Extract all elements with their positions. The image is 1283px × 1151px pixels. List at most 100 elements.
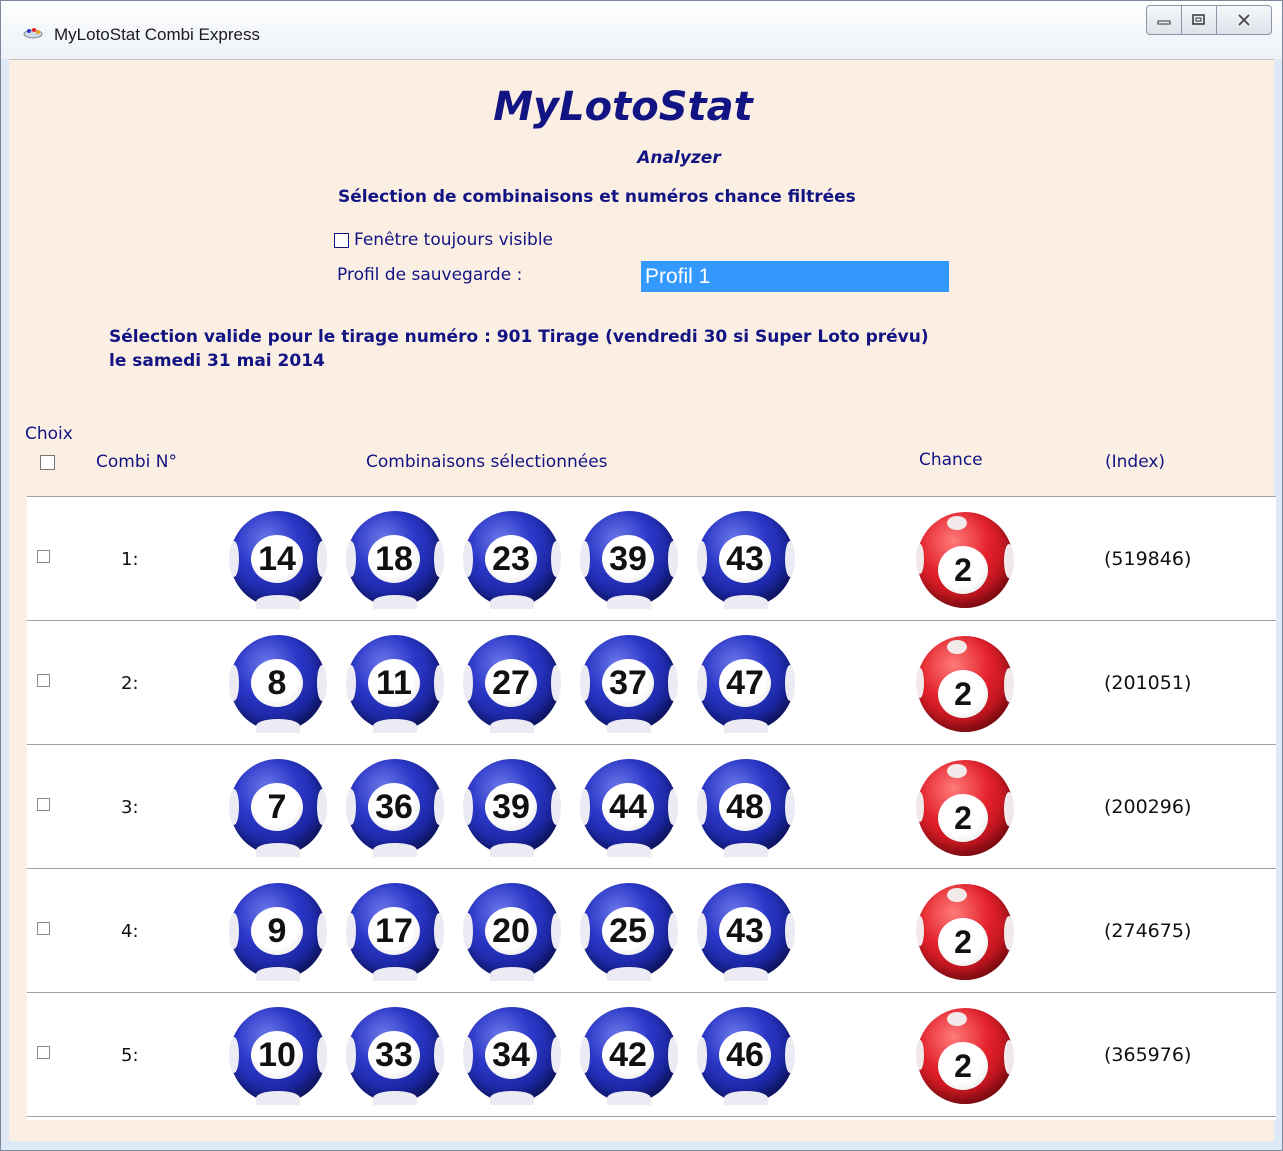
ball-marking [785, 1037, 795, 1073]
ball-marking [463, 541, 473, 577]
column-header-index: (Index) [1105, 452, 1166, 472]
select-all-checkbox[interactable] [40, 455, 55, 470]
table-row: 3: 7 36 39 44 48 2 (200296) [27, 744, 1276, 868]
ball-marking [463, 1037, 473, 1073]
close-button[interactable] [1216, 5, 1272, 35]
ball-marking [785, 665, 795, 701]
lotto-ball: 11 [346, 635, 444, 733]
ball-marking [551, 541, 561, 577]
row-checkbox[interactable] [37, 674, 50, 687]
ball-number: 18 [368, 535, 420, 583]
ball-marking [947, 764, 967, 778]
combi-index: (200296) [1104, 796, 1192, 818]
table-row: 1: 14 18 23 39 43 2 (519846) [27, 496, 1276, 620]
ball-number: 8 [251, 659, 303, 707]
brand-title: MyLotoStat [493, 84, 753, 130]
combi-number: 2: [121, 673, 139, 694]
ball-marking [916, 1040, 924, 1070]
ball-number: 39 [485, 783, 537, 831]
ball-marking [916, 668, 924, 698]
ball-marking [724, 967, 768, 981]
row-checkbox[interactable] [37, 922, 50, 935]
ball-marking [668, 665, 678, 701]
ball-number: 39 [602, 535, 654, 583]
ball-number: 10 [251, 1031, 303, 1079]
lotto-ball: 39 [463, 759, 561, 857]
column-header-combinations: Combinaisons sélectionnées [366, 452, 608, 472]
ball-marking [317, 1037, 327, 1073]
lotto-ball: 33 [346, 1007, 444, 1105]
lotto-ball: 10 [229, 1007, 327, 1105]
chance-ball: 2 [916, 760, 1014, 856]
chance-number: 2 [938, 794, 988, 842]
ball-marking [668, 913, 678, 949]
ball-number: 27 [485, 659, 537, 707]
maximize-button[interactable] [1181, 5, 1217, 35]
ball-number: 34 [485, 1031, 537, 1079]
combi-number: 5: [121, 1045, 139, 1066]
ball-marking [463, 789, 473, 825]
column-header-choix: Choix [25, 424, 73, 444]
lotto-ball: 37 [580, 635, 678, 733]
minimize-icon [1157, 20, 1171, 25]
ball-marking [724, 595, 768, 609]
ball-marking [317, 789, 327, 825]
ball-marking [697, 1037, 707, 1073]
row-checkbox[interactable] [37, 1046, 50, 1059]
ball-marking [551, 665, 561, 701]
ball-marking [607, 719, 651, 733]
lotto-ball: 14 [229, 511, 327, 609]
ball-marking [229, 913, 239, 949]
lotto-ball: 48 [697, 759, 795, 857]
ball-marking [434, 789, 444, 825]
lotto-ball: 43 [697, 883, 795, 981]
title-bar[interactable]: MyLotoStat Combi Express [1, 1, 1282, 59]
ball-marking [256, 1091, 300, 1105]
validity-line-1: Sélection valide pour le tirage numéro :… [109, 327, 929, 347]
ball-number: 7 [251, 783, 303, 831]
row-checkbox[interactable] [37, 550, 50, 563]
ball-marking [346, 541, 356, 577]
ball-number: 47 [719, 659, 771, 707]
profile-input[interactable]: Profil 1 [641, 261, 949, 292]
lotto-ball: 27 [463, 635, 561, 733]
combi-index: (519846) [1104, 548, 1192, 570]
ball-marking [346, 1037, 356, 1073]
always-visible-option[interactable]: Fenêtre toujours visible [334, 230, 553, 250]
ball-marking [668, 541, 678, 577]
ball-marking [607, 967, 651, 981]
ball-marking [229, 789, 239, 825]
ball-marking [490, 967, 534, 981]
ball-marking [697, 913, 707, 949]
ball-group: 8 11 27 37 47 [229, 635, 815, 733]
ball-marking [551, 1037, 561, 1073]
chance-ball: 2 [916, 512, 1014, 608]
chance-ball: 2 [916, 1008, 1014, 1104]
table-row: 4: 9 17 20 25 43 2 (274675) [27, 868, 1276, 992]
table-row: 2: 8 11 27 37 47 2 (201051) [27, 620, 1276, 744]
ball-number: 17 [368, 907, 420, 955]
ball-marking [373, 967, 417, 981]
always-visible-checkbox[interactable] [334, 232, 349, 248]
ball-number: 20 [485, 907, 537, 955]
ball-marking [947, 516, 967, 530]
column-header-chance: Chance [919, 450, 983, 470]
ball-marking [697, 789, 707, 825]
ball-number: 36 [368, 783, 420, 831]
ball-number: 48 [719, 783, 771, 831]
ball-marking [490, 843, 534, 857]
minimize-button[interactable] [1146, 5, 1182, 35]
ball-marking [724, 719, 768, 733]
ball-marking [697, 665, 707, 701]
ball-number: 11 [368, 659, 420, 707]
ball-number: 46 [719, 1031, 771, 1079]
profile-label: Profil de sauvegarde : [337, 265, 523, 285]
ball-marking [373, 595, 417, 609]
ball-number: 9 [251, 907, 303, 955]
ball-number: 23 [485, 535, 537, 583]
ball-number: 14 [251, 535, 303, 583]
row-checkbox[interactable] [37, 798, 50, 811]
ball-marking [373, 719, 417, 733]
ball-marking [668, 789, 678, 825]
chance-number: 2 [938, 546, 988, 594]
